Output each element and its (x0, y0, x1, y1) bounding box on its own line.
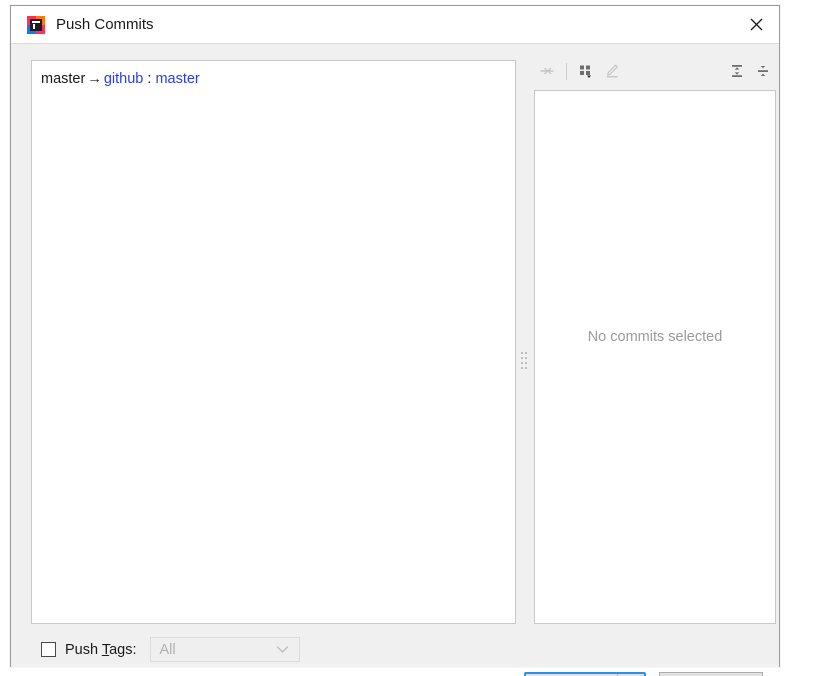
push-button-group: Push (524, 672, 646, 676)
splitter-grip (521, 352, 528, 378)
push-commits-dialog: Push Commits master → github : master No… (10, 5, 780, 676)
remote-name-label: github (103, 71, 144, 87)
arrow-icon: → (87, 71, 102, 87)
commit-detail-panel: No commits selected (534, 90, 776, 624)
group-by-icon[interactable] (573, 59, 599, 83)
push-tags-combo-value: All (159, 641, 176, 658)
cancel-button[interactable]: Cancel (659, 672, 763, 676)
push-tags-label-mnemonic: T (101, 641, 110, 658)
panel-splitter[interactable] (519, 60, 530, 624)
intellij-idea-icon (27, 15, 45, 34)
edit-source-icon[interactable] (599, 59, 625, 83)
toolbar-separator (566, 62, 567, 80)
dialog-titlebar: Push Commits (11, 6, 779, 44)
branch-row[interactable]: master → github : master (32, 61, 515, 88)
branch-separator: : (147, 71, 152, 87)
close-icon[interactable] (733, 6, 779, 43)
push-tags-label: Push Tags: (65, 642, 137, 658)
source-branch-label: master (41, 71, 86, 87)
no-commits-selected-message: No commits selected (587, 329, 723, 345)
push-tags-row: Push Tags: All (41, 637, 300, 662)
detail-toolbar (534, 56, 776, 86)
collapse-all-icon[interactable] (750, 59, 776, 83)
push-tags-label-suffix: ags: (109, 641, 137, 658)
push-tags-combo[interactable]: All (149, 637, 300, 662)
screenshot-root: Push Commits master → github : master No… (0, 0, 825, 676)
target-branch-label: master (155, 71, 200, 87)
dialog-button-bar: Push Cancel (524, 672, 763, 676)
chevron-down-icon (276, 641, 289, 659)
push-tags-label-prefix: Push (65, 641, 102, 658)
dialog-title: Push Commits (56, 16, 154, 33)
push-tags-checkbox[interactable] (41, 642, 56, 657)
dialog-body: master → github : master No commits sele… (11, 44, 779, 676)
commit-list-panel[interactable]: master → github : master (31, 60, 516, 624)
expand-all-icon[interactable] (724, 59, 750, 83)
show-diff-icon[interactable] (534, 59, 560, 83)
